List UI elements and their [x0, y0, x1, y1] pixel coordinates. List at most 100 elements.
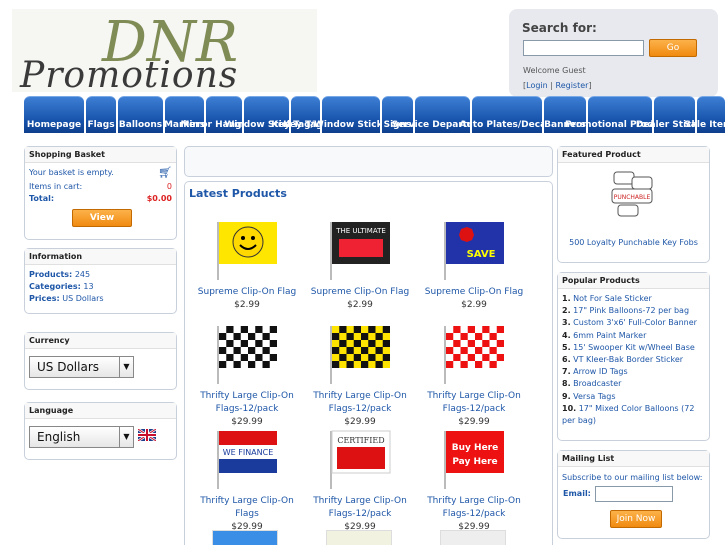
popular-item[interactable]: 8. Broadcaster [558, 378, 709, 390]
prices-label: Prices: [29, 294, 60, 303]
popular-list: 1. Not For Sale Sticker 2. 17" Pink Ballo… [558, 293, 709, 427]
site-logo[interactable]: DNR Promotions [12, 9, 317, 92]
product-name[interactable]: Thrifty Large Clip-On Flags-12/pack [192, 390, 302, 416]
email-input[interactable] [595, 486, 673, 502]
popular-title: Popular Products [558, 273, 709, 289]
product-card: Thrifty Large Clip-On Flags-12/pack $29.9… [305, 321, 415, 429]
items-label: Items in cart: [29, 182, 83, 191]
welcome-text: Welcome Guest [523, 66, 586, 75]
product-image[interactable] [214, 321, 280, 387]
product-image[interactable] [327, 321, 393, 387]
flag-text: Pay Here [452, 457, 497, 467]
popular-item-number: 4. [562, 330, 571, 340]
total-value: $0.00 [146, 194, 172, 203]
popular-item-link[interactable]: 6mm Paint Marker [573, 331, 646, 340]
register-link[interactable]: Register [556, 81, 589, 90]
popular-item-link[interactable]: 17" Pink Balloons-72 per bag [573, 306, 689, 315]
product-name[interactable]: Supreme Clip-On Flag [419, 286, 529, 299]
popular-item-number: 2. [562, 306, 571, 316]
view-basket-button[interactable]: View Basket [72, 209, 132, 239]
popular-item-link[interactable]: 17" Mixed Color Balloons (72 per bag) [562, 404, 694, 425]
product-card: SAVE Supreme Clip-On Flag $2.99 [419, 217, 529, 312]
featured-product-image[interactable]: PUNCHABLE [610, 169, 656, 219]
products-label: Products: [29, 270, 73, 279]
popular-products-panel: Popular Products 1. Not For Sale Sticker… [557, 272, 710, 441]
uk-flag-icon[interactable] [138, 429, 156, 441]
language-title: Language [25, 403, 176, 419]
popular-item-link[interactable]: 15' Swooper Kit w/Wheel Base [573, 343, 695, 352]
nav-tab[interactable]: Key Tag/Window Sticker Combo [271, 96, 431, 133]
account-links: [Login | Register] [523, 81, 592, 90]
product-name[interactable]: Thrifty Large Clip-On Flags [192, 495, 302, 521]
join-now-button[interactable]: Join Now [610, 510, 662, 528]
nav-tab[interactable]: Auto Plates/Decals [459, 96, 555, 133]
shopping-basket-panel: Shopping Basket Your basket is empty. 🛒︎… [24, 146, 177, 240]
search-label: Search for: [522, 21, 597, 35]
product-card: Buy Here Pay Here Thrifty Large Clip-On Fl… [419, 426, 529, 534]
cart-icon[interactable]: 🛒︎ [158, 167, 172, 179]
featured-product-name[interactable]: 500 Loyalty Punchable Key Fobs [558, 238, 709, 247]
popular-item[interactable]: 2. 17" Pink Balloons-72 per bag [558, 305, 709, 317]
product-image[interactable]: Buy Here Pay Here [441, 426, 507, 492]
flag-text: WE FINANCE [223, 448, 274, 457]
popular-item[interactable]: 1. Not For Sale Sticker [558, 293, 709, 305]
login-link[interactable]: Login [526, 81, 548, 90]
product-name[interactable]: Thrifty Large Clip-On Flags-12/pack [305, 390, 415, 416]
product-image[interactable] [440, 530, 506, 545]
product-name[interactable]: Supreme Clip-On Flag [192, 286, 302, 299]
chevron-down-icon: ▼ [119, 427, 133, 447]
flag-text: Buy Here [452, 443, 498, 453]
popular-item-number: 6. [562, 355, 571, 365]
product-image[interactable]: CERTIFIED [327, 426, 393, 492]
product-image[interactable]: WE FINANCE [214, 426, 280, 492]
product-image[interactable] [326, 530, 392, 545]
product-image[interactable] [214, 217, 280, 283]
popular-item-number: 9. [562, 391, 571, 401]
product-price: $2.99 [347, 300, 373, 310]
total-label: Total: [29, 194, 55, 203]
popular-item[interactable]: 4. 6mm Paint Marker [558, 330, 709, 342]
featured-title: Featured Product [558, 147, 709, 163]
popular-item[interactable]: 6. VT Kleer-Bak Border Sticker [558, 354, 709, 366]
basket-title: Shopping Basket [25, 147, 176, 163]
product-image[interactable]: SAVE [441, 217, 507, 283]
popular-item-link[interactable]: VT Kleer-Bak Border Sticker [573, 355, 683, 364]
popular-item-link[interactable]: Broadcaster [573, 379, 621, 388]
popular-item-link[interactable]: Custom 3'x6' Full-Color Banner [573, 318, 697, 327]
nav-tab[interactable]: Homepage [24, 96, 84, 133]
featured-product-panel: Featured Product PUNCHABLE 500 Loyalty P… [557, 146, 710, 263]
main-top-bar [184, 146, 553, 177]
language-select[interactable]: English ▼ [29, 426, 134, 448]
search-input[interactable] [523, 40, 644, 56]
main-nav: Homepage Flags Balloons Markers Mirror Hang … [24, 96, 727, 133]
nav-tab[interactable]: Balloons [118, 96, 163, 133]
product-name[interactable]: Thrifty Large Clip-On Flags-12/pack [305, 495, 415, 521]
language-value: English [37, 430, 81, 444]
popular-item[interactable]: 7. Arrow ID Tags [558, 366, 709, 378]
popular-item[interactable]: 9. Versa Tags [558, 391, 709, 403]
go-button[interactable]: Go [649, 39, 697, 57]
nav-tab[interactable]: Sale Items [684, 96, 727, 133]
popular-item-link[interactable]: Versa Tags [573, 392, 615, 401]
currency-select[interactable]: US Dollars ▼ [29, 356, 134, 378]
nav-tab[interactable]: Flags [86, 96, 116, 133]
product-name[interactable]: Thrifty Large Clip-On Flags-12/pack [419, 390, 529, 416]
popular-item[interactable]: 3. Custom 3'x6' Full-Color Banner [558, 317, 709, 329]
product-image[interactable]: THE ULTIMATE [327, 217, 393, 283]
product-name[interactable]: Supreme Clip-On Flag [305, 286, 415, 299]
product-name[interactable]: Thrifty Large Clip-On Flags-12/pack [419, 495, 529, 521]
popular-item[interactable]: 10. 17" Mixed Color Balloons (72 per bag… [558, 403, 709, 427]
flag-text: THE ULTIMATE [335, 227, 386, 235]
mailing-title: Mailing List [558, 451, 709, 467]
product-card: Thrifty Large Clip-On Flags-12/pack $29.9… [192, 321, 302, 429]
product-card: CERTIFIED Thrifty Large Clip-On Flags-12/… [305, 426, 415, 534]
popular-item-link[interactable]: Arrow ID Tags [573, 367, 628, 376]
product-image[interactable] [441, 321, 507, 387]
currency-value: US Dollars [37, 360, 100, 374]
product-image[interactable] [212, 530, 278, 545]
categories-value: 13 [83, 282, 94, 291]
popular-item-link[interactable]: Not For Sale Sticker [573, 294, 652, 303]
popular-item[interactable]: 5. 15' Swooper Kit w/Wheel Base [558, 342, 709, 354]
latest-products-title: Latest Products [189, 187, 287, 200]
product-card: Thrifty Large Clip-On Flags-12/pack $29.9… [419, 321, 529, 429]
